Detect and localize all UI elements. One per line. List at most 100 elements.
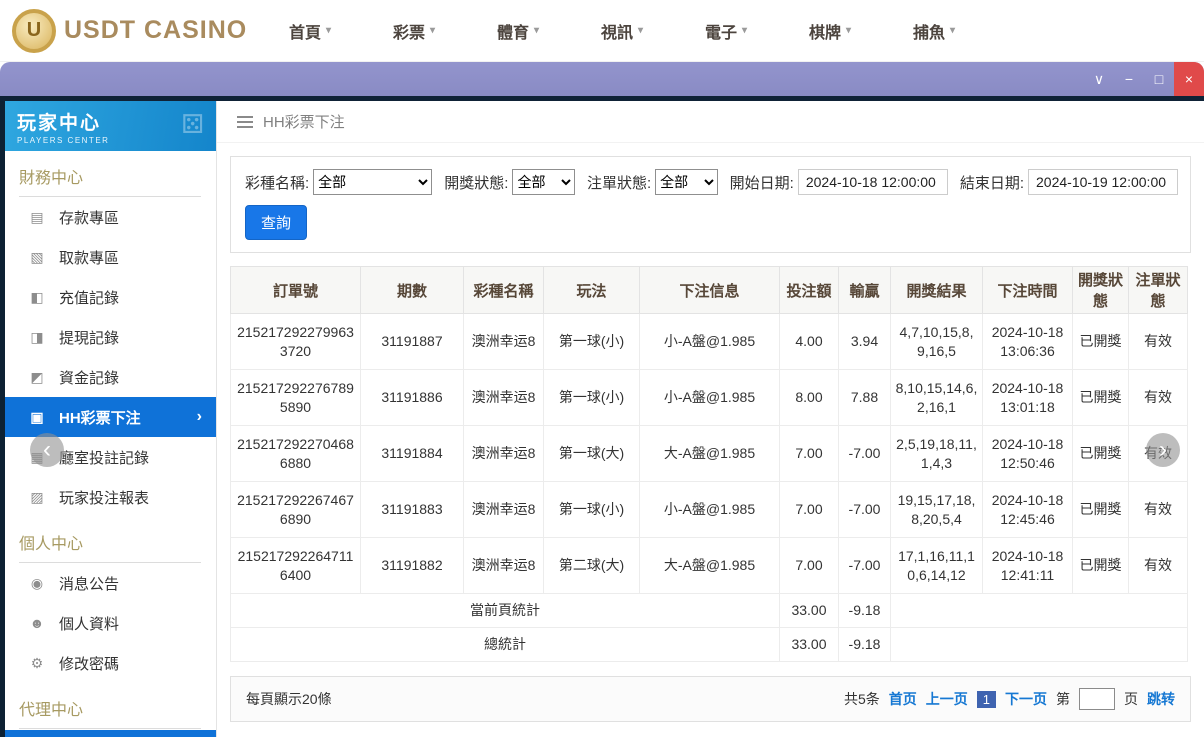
table-row: 2152172922767895890 31191886 澳洲幸运8 第一球(小) 小-… bbox=[230, 369, 1188, 426]
start-date-input[interactable] bbox=[797, 169, 948, 195]
chevron-down-icon: ▾ bbox=[949, 25, 956, 36]
nav-item-home[interactable]: 首頁 ▾ bbox=[258, 19, 362, 43]
cell-bet_time: 2024-10-18 13:06:36 bbox=[982, 313, 1073, 370]
cell-order_no: 2152172922647116400 bbox=[230, 537, 361, 594]
cell-amount: 7.00 bbox=[779, 425, 839, 482]
prev-page-link[interactable]: 上一页 bbox=[926, 689, 968, 709]
cell-lottery: 澳洲幸运8 bbox=[463, 369, 544, 426]
jump-button[interactable]: 跳转 bbox=[1147, 689, 1175, 709]
sidebar-item-profile[interactable]: ☻ 個人資料 bbox=[5, 603, 216, 643]
nav-item-label: 視訊 bbox=[600, 24, 633, 42]
next-page-link[interactable]: 下一页 bbox=[1005, 689, 1047, 709]
lottery-name-select[interactable]: 全部 bbox=[313, 169, 433, 195]
column-header: 輸贏 bbox=[838, 266, 891, 314]
nav-item-label: 彩票 bbox=[392, 24, 425, 42]
sidebar-item-withdraw[interactable]: ▧ 取款專區 bbox=[5, 237, 216, 277]
sidebar-item-recharge-record[interactable]: ◧ 充值記錄 bbox=[5, 277, 216, 317]
report-icon: ▨ bbox=[30, 488, 44, 505]
column-header: 投注額 bbox=[779, 266, 839, 314]
search-button[interactable]: 查詢 bbox=[245, 205, 308, 240]
maximize-icon[interactable]: □ bbox=[1144, 62, 1174, 96]
cell-bet_info: 小-A盤@1.985 bbox=[639, 369, 780, 426]
sidebar-item-cashout-record[interactable]: ◨ 提現記錄 bbox=[5, 317, 216, 357]
sidebar: 玩家中心 PLAYERS CENTER ⚄ 財務中心 ▤ 存款專區 ▧ 取款專區 ◧ 充值記… bbox=[5, 101, 217, 737]
pager: 共5条 首页 上一页 1 下一页 第 页 跳转 bbox=[844, 688, 1175, 710]
nav-item-label: 棋牌 bbox=[808, 24, 841, 42]
cell-amount: 7.00 bbox=[779, 537, 839, 594]
nav-item-live-video[interactable]: 視訊 ▾ bbox=[570, 19, 674, 43]
cell-play: 第一球(大) bbox=[543, 425, 640, 482]
end-date-input[interactable] bbox=[1028, 169, 1179, 195]
cell-period: 31191884 bbox=[360, 425, 464, 482]
main-area: 玩家中心 PLAYERS CENTER ⚄ 財務中心 ▤ 存款專區 ▧ 取款專區 ◧ 充值記… bbox=[0, 96, 1204, 737]
scroll-right-button[interactable]: › bbox=[1146, 433, 1180, 467]
menu-toggle-icon[interactable] bbox=[237, 115, 253, 128]
cell-result: 4,7,10,15,8,9,16,5 bbox=[890, 313, 983, 370]
total-summary-amount: 33.00 bbox=[779, 627, 839, 662]
chevron-down-icon: ▾ bbox=[741, 25, 748, 36]
current-page-badge[interactable]: 1 bbox=[976, 690, 996, 708]
page-summary-winloss: -9.18 bbox=[838, 593, 891, 628]
cell-amount: 8.00 bbox=[779, 369, 839, 426]
nav-item-slots[interactable]: 電子 ▾ bbox=[674, 19, 778, 43]
cell-lottery: 澳洲幸运8 bbox=[463, 481, 544, 538]
sidebar-section-label: 個人中心 bbox=[19, 530, 201, 563]
sidebar-item-label: 提現記錄 bbox=[59, 329, 120, 347]
nav-item-label: 體育 bbox=[496, 24, 529, 42]
logo-letter: U bbox=[26, 19, 42, 41]
logo[interactable]: U USDT CASINO bbox=[0, 8, 258, 53]
filter-row: 彩種名稱: 全部 開獎狀態: 全部 注單狀態: 全部 開始日期: 結束日期: bbox=[245, 169, 1179, 195]
bet-status-label: 注單狀態: bbox=[586, 174, 652, 192]
sidebar-section-label: 財務中心 bbox=[19, 164, 201, 197]
draw-status-select[interactable]: 全部 bbox=[512, 169, 575, 195]
minimize-icon[interactable]: − bbox=[1114, 62, 1144, 96]
user-icon: ☻ bbox=[29, 615, 45, 631]
sidebar-item-funds-record[interactable]: ◩ 資金記錄 bbox=[5, 357, 216, 397]
cell-period: 31191886 bbox=[360, 369, 464, 426]
cell-bet_time: 2024-10-18 12:50:46 bbox=[982, 425, 1073, 482]
end-date-label: 結束日期: bbox=[959, 174, 1025, 192]
sidebar-item-hh-lottery-bets[interactable]: ▣ HH彩票下注 › bbox=[5, 397, 216, 437]
page-summary-amount: 33.00 bbox=[779, 593, 839, 628]
nav-item-fishing[interactable]: 捕魚 ▾ bbox=[882, 19, 986, 43]
cashout-record-icon: ◨ bbox=[30, 328, 44, 345]
filter-panel: 彩種名稱: 全部 開獎狀態: 全部 注單狀態: 全部 開始日期: 結束日期: 查… bbox=[230, 156, 1191, 253]
sidebar-item-change-password[interactable]: ⚙ 修改密碼 bbox=[5, 643, 216, 683]
collapse-chevron-icon[interactable]: ∨ bbox=[1084, 62, 1114, 96]
nav-item-sports[interactable]: 體育 ▾ bbox=[466, 19, 570, 43]
scroll-left-button[interactable]: ‹ bbox=[30, 433, 64, 467]
chevron-right-icon: › bbox=[196, 408, 202, 425]
close-icon[interactable]: × bbox=[1174, 62, 1204, 96]
cell-bet_status: 有效 bbox=[1128, 313, 1188, 370]
sidebar-item-label: 充值記錄 bbox=[59, 289, 120, 307]
cell-play: 第一球(小) bbox=[543, 369, 640, 426]
page-jump-input[interactable] bbox=[1079, 688, 1115, 710]
cell-win_loss: -7.00 bbox=[838, 481, 891, 538]
pagination-bar: 每頁顯示20條 共5条 首页 上一页 1 下一页 第 页 跳转 bbox=[230, 676, 1191, 722]
cell-result: 19,15,17,18,8,20,5,4 bbox=[890, 481, 983, 538]
column-header: 彩種名稱 bbox=[463, 266, 544, 314]
sidebar-item-player-bet-report[interactable]: ▨ 玩家投注報表 bbox=[5, 477, 216, 517]
breadcrumb: HH彩票下注 bbox=[217, 101, 1204, 143]
sidebar-item-label: 廳室投註記錄 bbox=[59, 449, 150, 467]
total-summary-empty bbox=[890, 627, 1188, 662]
sidebar-item-label: 取款專區 bbox=[59, 249, 120, 267]
bet-status-select[interactable]: 全部 bbox=[655, 169, 718, 195]
cell-win_loss: -7.00 bbox=[838, 537, 891, 594]
cell-play: 第一球(小) bbox=[543, 481, 640, 538]
sidebar-section-label: 代理中心 bbox=[19, 696, 201, 729]
nav-item-lottery[interactable]: 彩票 ▾ bbox=[362, 19, 466, 43]
cell-play: 第一球(小) bbox=[543, 313, 640, 370]
sidebar-item-deposit[interactable]: ▤ 存款專區 bbox=[5, 197, 216, 237]
first-page-link[interactable]: 首页 bbox=[889, 689, 917, 709]
bets-table-wrap: 訂單號 期數 彩種名稱 玩法 下注信息 投注額 輸贏 開獎結果 下注時間 開獎狀態 注單狀態 215… bbox=[230, 266, 1191, 662]
cell-period: 31191882 bbox=[360, 537, 464, 594]
cell-bet_status: 有效 bbox=[1128, 369, 1188, 426]
cell-order_no: 2152172922704686880 bbox=[230, 425, 361, 482]
cell-bet_status: 有效 bbox=[1128, 537, 1188, 594]
nav-item-cards[interactable]: 棋牌 ▾ bbox=[778, 19, 882, 43]
sidebar-item-announcements[interactable]: ◉ 消息公告 bbox=[5, 563, 216, 603]
lottery-bet-icon: ▣ bbox=[30, 408, 44, 425]
total-summary-label: 總統計 bbox=[230, 627, 780, 662]
cell-lottery: 澳洲幸运8 bbox=[463, 537, 544, 594]
